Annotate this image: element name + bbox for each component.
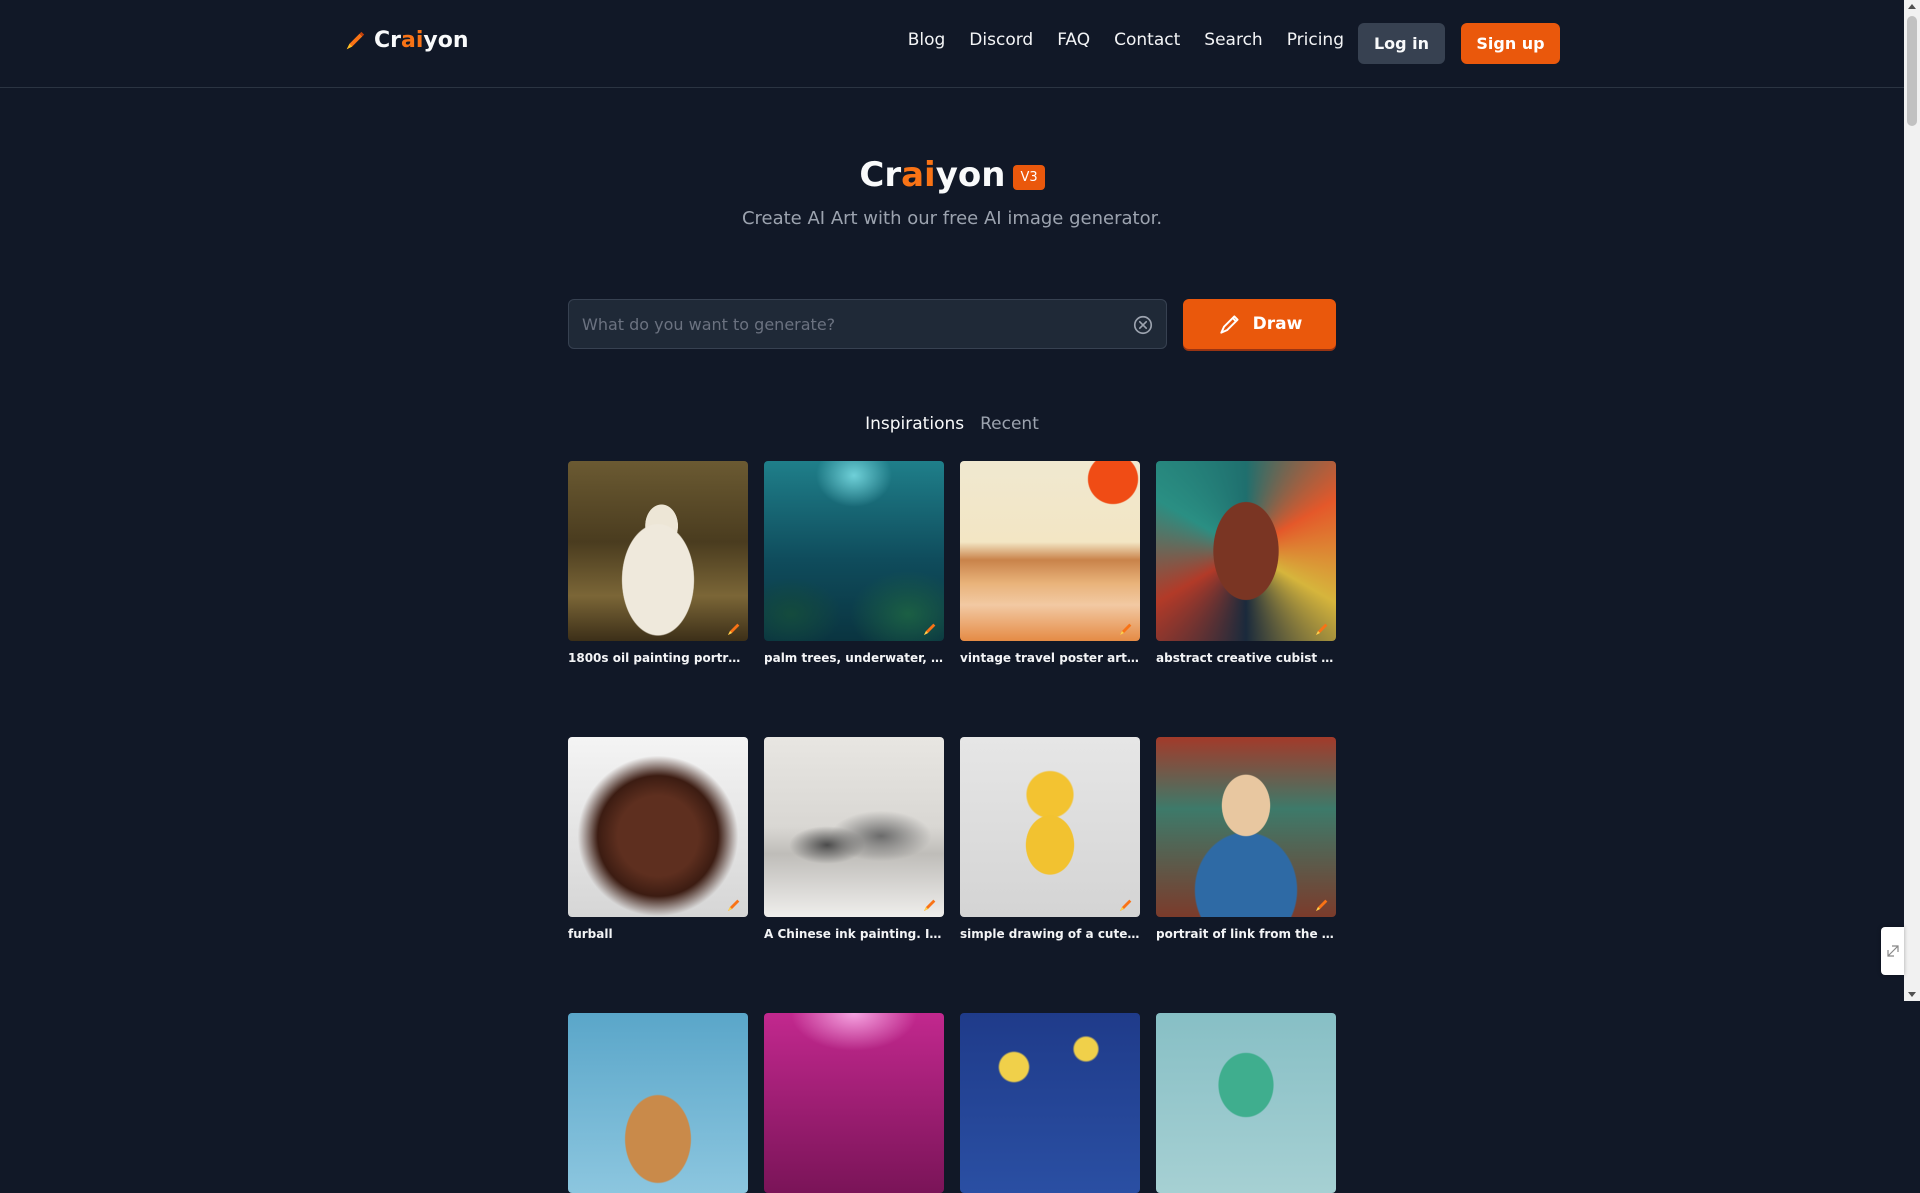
nav-link-blog[interactable]: Blog: [908, 30, 946, 50]
inspiration-gallery: 1800s oil painting portrait of a... palm …: [568, 461, 1336, 1193]
collapse-icon: [1886, 945, 1899, 957]
pencil-icon: [726, 897, 742, 913]
pencil-icon: [726, 621, 742, 637]
gallery-card[interactable]: simple drawing of a cute happ...: [960, 737, 1140, 941]
gallery-thumbnail[interactable]: [960, 461, 1140, 641]
gallery-caption: portrait of link from the legend...: [1156, 927, 1336, 941]
gallery-thumbnail[interactable]: [960, 1013, 1140, 1193]
gallery-tabs: Inspirations Recent: [0, 414, 1904, 434]
pencil-icon: [922, 621, 938, 637]
tab-inspirations[interactable]: Inspirations: [865, 414, 964, 434]
gallery-card[interactable]: palm trees, underwater, ocean,...: [764, 461, 944, 665]
hero-title: Craiyon V3: [0, 155, 1904, 195]
page-scrollbar[interactable]: [1904, 0, 1920, 1001]
gallery-card[interactable]: [764, 1013, 944, 1193]
top-nav-bar: Craiyon Blog Discord FAQ Contact Search …: [0, 0, 1904, 88]
gallery-caption: abstract creative cubist black...: [1156, 651, 1336, 665]
gallery-caption: A Chinese ink painting. In the...: [764, 927, 944, 941]
nav-link-discord[interactable]: Discord: [969, 30, 1033, 50]
gallery-thumbnail[interactable]: [568, 461, 748, 641]
gallery-thumbnail[interactable]: [764, 461, 944, 641]
prompt-input[interactable]: [569, 300, 1109, 348]
gallery-thumbnail[interactable]: [568, 1013, 748, 1193]
brand-logo[interactable]: Craiyon: [344, 28, 469, 53]
scroll-down-arrow-icon[interactable]: [1908, 992, 1916, 997]
gallery-caption: vintage travel poster artwork: [960, 651, 1140, 665]
gallery-card[interactable]: 1800s oil painting portrait of a...: [568, 461, 748, 665]
login-button[interactable]: Log in: [1358, 23, 1445, 64]
gallery-card[interactable]: A Chinese ink painting. In the...: [764, 737, 944, 941]
signup-button[interactable]: Sign up: [1461, 23, 1560, 64]
gallery-thumbnail[interactable]: [1156, 1013, 1336, 1193]
gallery-card[interactable]: abstract creative cubist black...: [1156, 461, 1336, 665]
gallery-thumbnail[interactable]: [1156, 737, 1336, 917]
gallery-thumbnail[interactable]: [1156, 461, 1336, 641]
gallery-thumbnail[interactable]: [960, 737, 1140, 917]
gallery-card[interactable]: [568, 1013, 748, 1193]
hero-subtitle: Create AI Art with our free AI image gen…: [741, 208, 1163, 229]
gallery-thumbnail[interactable]: [764, 737, 944, 917]
gallery-card[interactable]: furball: [568, 737, 748, 941]
hero-brand-name: Craiyon: [859, 155, 1006, 195]
tab-recent[interactable]: Recent: [980, 414, 1039, 434]
nav-link-contact[interactable]: Contact: [1114, 30, 1180, 50]
scroll-up-arrow-icon[interactable]: [1908, 4, 1916, 9]
gallery-thumbnail[interactable]: [568, 737, 748, 917]
gallery-card[interactable]: [960, 1013, 1140, 1193]
brand-name: Craiyon: [374, 28, 469, 53]
side-widget-toggle[interactable]: [1881, 927, 1904, 975]
main-nav: Blog Discord FAQ Contact Search Pricing: [908, 30, 1344, 50]
gallery-card[interactable]: vintage travel poster artwork: [960, 461, 1140, 665]
pencil-icon: [922, 897, 938, 913]
scroll-thumb[interactable]: [1907, 16, 1917, 126]
gallery-caption: 1800s oil painting portrait of a...: [568, 651, 748, 665]
gallery-thumbnail[interactable]: [764, 1013, 944, 1193]
pencil-icon: [1118, 621, 1134, 637]
draw-button-label: Draw: [1252, 314, 1303, 334]
gallery-caption: simple drawing of a cute happ...: [960, 927, 1140, 941]
prompt-box: [568, 299, 1167, 349]
nav-link-faq[interactable]: FAQ: [1057, 30, 1090, 50]
version-badge: V3: [1013, 164, 1045, 190]
gallery-caption: furball: [568, 927, 613, 941]
nav-link-pricing[interactable]: Pricing: [1287, 30, 1344, 50]
clear-circle-icon[interactable]: [1132, 314, 1154, 336]
gallery-card[interactable]: [1156, 1013, 1336, 1193]
pencil-icon: [346, 31, 365, 49]
pencil-icon: [1314, 897, 1330, 913]
pencil-icon: [1220, 315, 1239, 334]
draw-button[interactable]: Draw: [1183, 299, 1336, 349]
pencil-icon: [1118, 897, 1134, 913]
nav-link-search[interactable]: Search: [1204, 30, 1262, 50]
gallery-caption: palm trees, underwater, ocean,...: [764, 651, 944, 665]
gallery-card[interactable]: portrait of link from the legend...: [1156, 737, 1336, 941]
pencil-icon: [1314, 621, 1330, 637]
